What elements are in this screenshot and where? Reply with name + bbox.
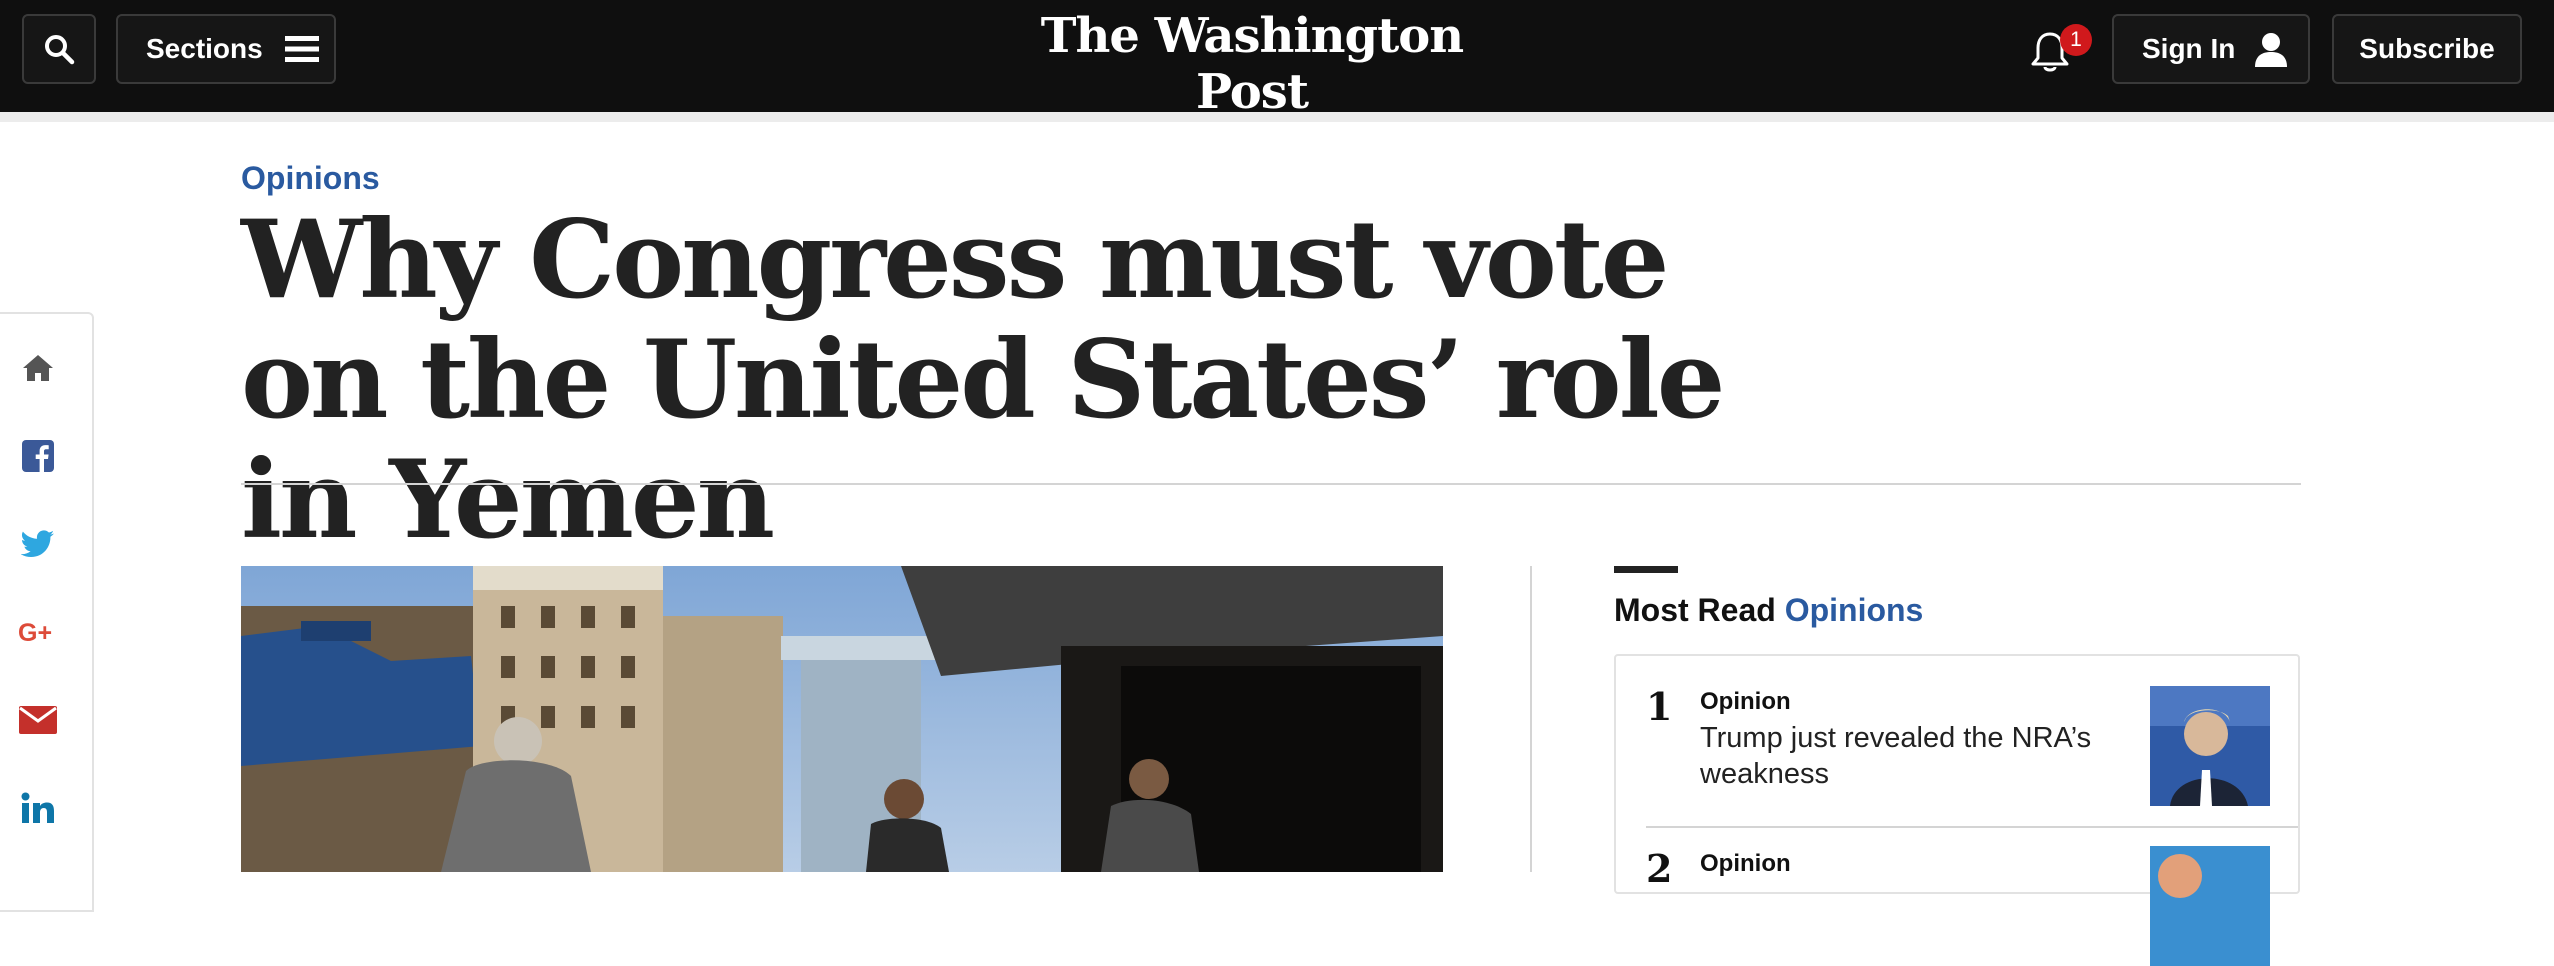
most-read-item[interactable]: 1 Opinion Trump just revealed the NRA’s … (1616, 656, 2298, 826)
facebook-icon[interactable] (18, 436, 58, 476)
home-icon[interactable] (18, 348, 58, 388)
user-icon (2255, 33, 2288, 67)
most-read-item[interactable]: 2 Opinion (1616, 828, 2298, 966)
headline-divider (241, 483, 2301, 485)
most-read-heading: Most Read Opinions (1614, 592, 1923, 629)
nav-shadow-divider (0, 112, 2554, 122)
notification-badge: 1 (2060, 24, 2092, 56)
most-read-title-prefix: Most Read (1614, 592, 1776, 628)
subscribe-label: Subscribe (2359, 33, 2495, 64)
logo-tagline: Democracy Dies in Darkness (1105, 122, 1399, 149)
most-read-accent-bar (1614, 566, 1678, 573)
sections-label: Sections (146, 33, 263, 64)
share-sidebar: G+ (0, 312, 94, 912)
sign-in-label: Sign In (2142, 33, 2236, 64)
most-read-section-link[interactable]: Opinions (1785, 592, 1924, 628)
subscribe-button[interactable]: Subscribe (2332, 14, 2522, 84)
most-read-list: 1 Opinion Trump just revealed the NRA’s … (1614, 654, 2300, 966)
search-button[interactable] (22, 14, 96, 84)
most-read-item-thumbnail[interactable] (2150, 846, 2270, 966)
hamburger-icon (284, 36, 319, 62)
article-headline: Why Congress must vote on the United Sta… (241, 197, 1725, 563)
google-plus-icon[interactable]: G+ (18, 612, 58, 652)
article-lead-photo[interactable] (241, 566, 1443, 872)
most-read-item-label: Opinion (1700, 688, 1791, 715)
most-read-item-thumbnail[interactable] (2150, 686, 2270, 806)
logo-title: The Washington Post (1040, 8, 1464, 120)
top-nav-bar: Sections The Washington Post Democracy D… (0, 0, 2554, 149)
linkedin-icon[interactable] (18, 788, 58, 828)
svg-text:G+: G+ (18, 619, 52, 647)
most-read-item-headline[interactable]: Trump just revealed the NRA’s weakness (1700, 720, 2120, 792)
email-icon[interactable] (18, 700, 58, 740)
twitter-icon[interactable] (18, 524, 58, 564)
most-read-rank: 2 (1646, 846, 1673, 891)
site-logo[interactable]: The Washington Post Democracy Dies in Da… (1000, 8, 1504, 150)
search-icon (45, 35, 75, 65)
most-read-item-label: Opinion (1700, 850, 1791, 877)
sections-menu-button[interactable]: Sections (116, 14, 336, 84)
column-divider (1530, 566, 1532, 872)
most-read-rank: 1 (1646, 684, 1673, 729)
sign-in-button[interactable]: Sign In (2112, 14, 2310, 84)
section-kicker-link[interactable]: Opinions (241, 160, 380, 197)
